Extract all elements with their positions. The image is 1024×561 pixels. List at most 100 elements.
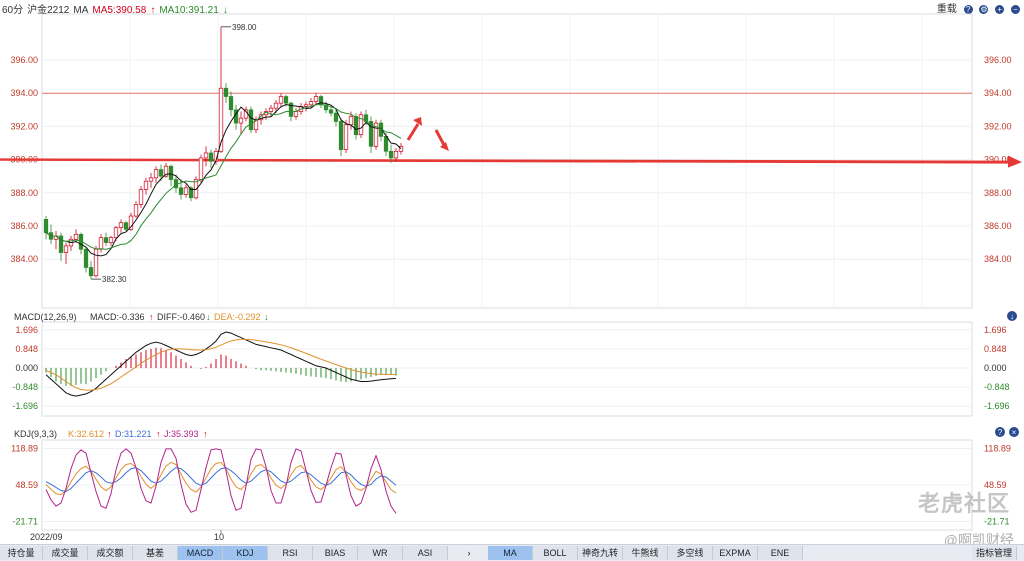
macd-y-tick-left: 0.000 (15, 363, 38, 373)
candle-body (98, 237, 104, 250)
candle-body (123, 222, 129, 230)
kdj-y-tick-left: 48.59 (15, 480, 38, 490)
k-line (45, 461, 397, 496)
candle-body (178, 187, 184, 195)
candle-body (73, 233, 79, 240)
main-y-tick-left: 396.00 (10, 55, 38, 65)
main-y-tick-right: 386.00 (984, 221, 1012, 231)
x-label-10: 10 (214, 532, 224, 542)
macd-close-icon[interactable]: ↓ (1007, 311, 1017, 321)
low-label: 382.30 (102, 275, 127, 284)
macd-panel-frame (41, 321, 973, 417)
tab-7[interactable]: RSI (268, 546, 313, 560)
candle-body (333, 112, 339, 122)
tab-4[interactable]: 基差 (133, 546, 178, 560)
candle-body (198, 157, 204, 180)
candle-body (83, 248, 89, 268)
support-arrow-icon (1008, 155, 1022, 168)
candle-body (173, 179, 179, 189)
d-value: D:31.221 (115, 429, 152, 439)
tab-right-2[interactable]: BOLL (533, 546, 578, 560)
chart-canvas[interactable]: 396.00394.00392.00390.00388.00386.00384.… (0, 0, 1024, 544)
candle-body (168, 165, 174, 180)
macd-y-tick-left: -0.848 (12, 382, 38, 392)
candle-body (278, 96, 284, 104)
tab-right-3[interactable]: 神奇九转 (578, 546, 623, 560)
macd-y-tick-right: 0.848 (984, 344, 1007, 354)
tab-3[interactable]: 成交额 (88, 546, 133, 560)
candle-body (223, 87, 229, 97)
candle-body (303, 104, 309, 107)
main-y-tick-right: 392.00 (984, 121, 1012, 131)
watermark: 老虎社区 (917, 491, 1010, 516)
tab-5[interactable]: MACD (178, 546, 223, 560)
kdj-close-icon[interactable]: ? × (995, 427, 1019, 437)
main-y-tick-right: 396.00 (984, 55, 1012, 65)
candle-body (293, 111, 299, 117)
kdj-y-tick-left: -21.71 (12, 517, 38, 527)
x-label-start: 2022/09 (30, 532, 63, 542)
tab-right-5[interactable]: 多空线 (668, 546, 713, 560)
tab-1[interactable]: 持仓量 (0, 546, 43, 560)
tab-2[interactable]: 成交量 (43, 546, 88, 560)
candle-body (143, 180, 149, 190)
tab-6[interactable]: KDJ (223, 546, 268, 560)
kdj-y-tick-left: 118.89 (11, 443, 38, 453)
macd-title[interactable]: MACD(12,26,9) (14, 312, 77, 322)
macd-y-tick-right: 1.696 (984, 325, 1007, 335)
candle-body (133, 204, 139, 217)
macd-up-arrow-icon: ↑ (149, 312, 154, 322)
tab-right-6[interactable]: EXPMA (713, 546, 758, 560)
diff-down-arrow-icon: ↓ (206, 312, 211, 322)
candle-body (63, 245, 69, 253)
k-value: K:32.612 (68, 429, 104, 439)
tab-right-8[interactable]: 指标管理 (972, 546, 1017, 560)
macd-y-tick-right: 0.000 (984, 363, 1007, 373)
tab-10[interactable]: ASI (403, 546, 448, 560)
macd-header: MACD(12,26,9) MACD:-0.336 ↑ DIFF:-0.460 … (14, 312, 269, 322)
tab-9[interactable]: WR (358, 546, 403, 560)
chart-app: 60分 沪金2212 MA MA5:390.58 ↑ MA10:391.21 ↓ 重载 ? … (0, 0, 1024, 561)
tab-right-7[interactable]: ENE (758, 546, 803, 560)
macd-y-tick-right: -0.848 (984, 382, 1010, 392)
svg-text:↓: ↓ (1010, 312, 1014, 321)
candle-body (118, 222, 124, 229)
diff-value: DIFF:-0.460 (157, 312, 205, 322)
candle-body (203, 152, 209, 159)
main-y-tick-left: 386.00 (10, 221, 38, 231)
candle-body (43, 219, 49, 233)
macd-y-axis-right: 1.696 0.848 0.000 -0.848 -1.696 (984, 325, 1010, 411)
main-y-tick-left: 384.00 (10, 254, 38, 264)
main-y-tick-left: 388.00 (10, 188, 38, 198)
kdj-title[interactable]: KDJ(9,3,3) (14, 429, 57, 439)
macd-y-tick-left: 0.848 (15, 344, 38, 354)
dea-down-arrow-icon: ↓ (264, 312, 269, 322)
candle-body (248, 109, 254, 131)
candle-body (388, 150, 394, 159)
kdj-y-tick-right: 118.89 (984, 443, 1011, 453)
high-low-labels: 398.00 382.30 (91, 23, 257, 284)
main-y-axis-right: 396.00394.00392.00390.00388.00386.00384.… (984, 55, 1012, 264)
candle-body (108, 237, 114, 243)
tab-right-1[interactable]: MA (488, 546, 533, 560)
dea-value: DEA:-0.292 (214, 312, 261, 322)
candle-body (273, 102, 279, 109)
svg-text:×: × (1012, 428, 1017, 437)
svg-text:?: ? (998, 428, 1003, 437)
candle-body (93, 248, 99, 277)
main-y-tick-right: 388.00 (984, 188, 1012, 198)
candle-body (308, 101, 314, 106)
candle-body (348, 116, 354, 126)
macd-value: MACD:-0.336 (90, 312, 145, 322)
candles (43, 26, 404, 280)
d-line (45, 467, 397, 493)
tab-8[interactable]: BIAS (313, 546, 358, 560)
kdj-y-axis-left: 118.89 48.59 -21.71 (11, 443, 38, 526)
candle-body (313, 96, 319, 102)
candle-body (183, 187, 189, 195)
tab-right-4[interactable]: 牛熊线 (623, 546, 668, 560)
chevron-right-icon[interactable]: › (462, 546, 476, 560)
candle-body (283, 96, 289, 104)
candle-body (228, 96, 234, 111)
candle-body (88, 267, 94, 277)
